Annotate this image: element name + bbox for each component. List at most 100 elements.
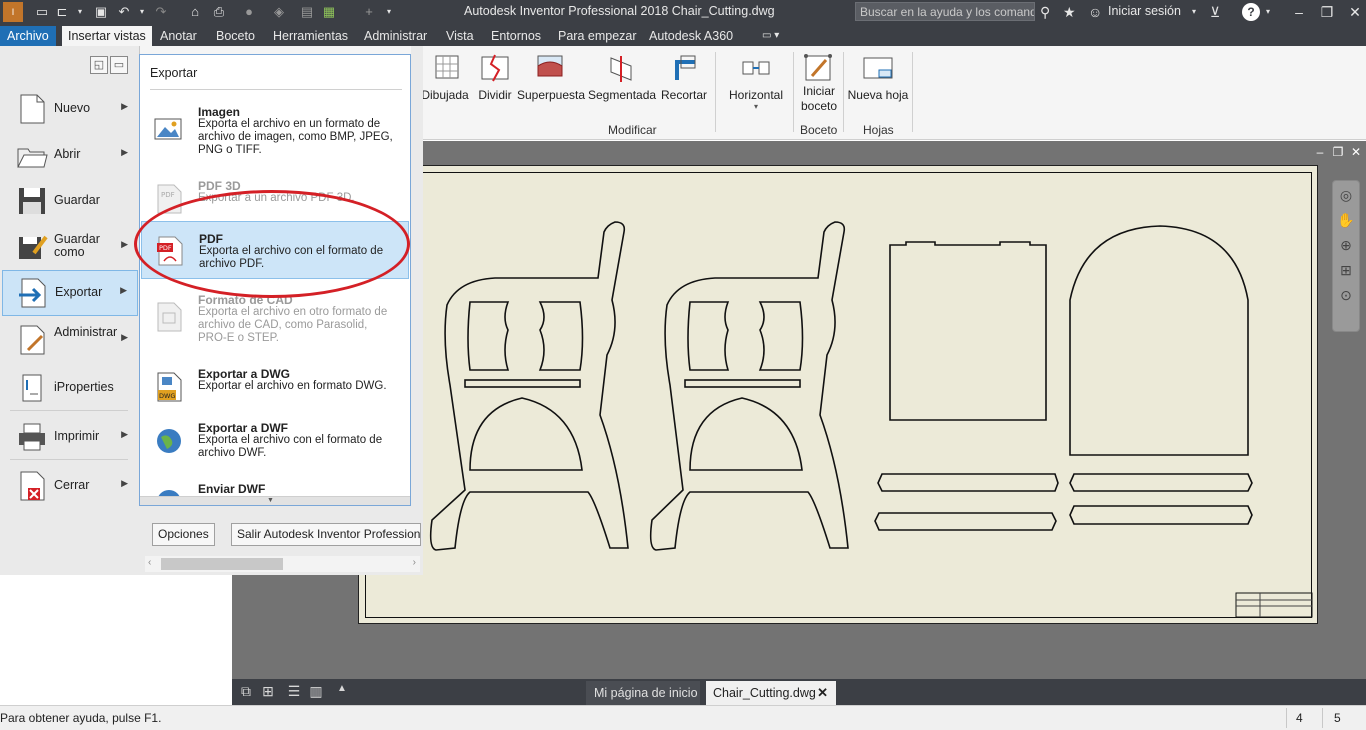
tile-vertical-icon[interactable]: ▥ [306,683,326,700]
app-menu-hscroll[interactable]: ‹ › [145,556,420,572]
tab-chair-cutting[interactable]: Chair_Cutting.dwg ✕ [706,681,836,705]
pan-icon[interactable]: ✋ [1335,209,1357,231]
tab-insertar-vistas[interactable]: Insertar vistas [62,26,152,46]
menu-item-nuevo[interactable]: Nuevo ▶ [2,87,138,131]
help-search-input[interactable]: Buscar en la ayuda y los comandos [855,2,1035,21]
cascade-icon[interactable]: ⧉ [236,683,256,700]
zoom-icon[interactable]: ⊕ [1335,234,1357,256]
undo-icon[interactable]: ↶ [115,3,133,21]
redo-icon[interactable]: ↷ [152,3,170,21]
zoom-window-icon[interactable]: ⊞ [1335,259,1357,281]
dividir-button[interactable]: Dividir [476,52,514,102]
menu-item-guardar-como[interactable]: Guardar como ▶ [2,225,138,269]
tab-anotar[interactable]: Anotar [154,26,203,46]
close-icon[interactable]: ✕ [1342,2,1366,22]
undo-dropdown-icon[interactable]: ▾ [133,3,151,21]
ribbon-separator [912,52,913,132]
scroll-left-icon[interactable]: ‹ [148,557,151,568]
new-icon[interactable]: ▭ [33,3,51,21]
tile-icon[interactable]: ⊞ [258,683,278,700]
help-dropdown-icon[interactable]: ▾ [1266,3,1270,21]
dibujada-button[interactable]: Dibujada [420,52,470,102]
export-cad-item[interactable]: Formato de CAD Exporta el archivo en otr… [141,293,409,349]
recortar-label: Recortar [660,88,707,102]
submenu-scroll-down[interactable]: ▼ [140,496,410,505]
open-icon[interactable]: ⊏ [53,3,71,21]
help-icon[interactable]: ? [1242,3,1260,21]
create-icon[interactable]: + [360,3,378,21]
home-icon[interactable]: ⌂ [186,3,204,21]
export-dwf-item[interactable]: Exportar a DWF Exporta el archivo con el… [141,421,409,461]
iniciar-boceto-button[interactable]: Iniciar boceto [797,52,841,114]
tab-para-empezar[interactable]: Para empezar [552,26,643,46]
tab-administrar[interactable]: Administrar [358,26,433,46]
tab-autodesk-a360[interactable]: Autodesk A360 [643,26,739,46]
menu-item-administrar[interactable]: Administrar ▶ [2,318,138,362]
menu-item-abrir[interactable]: Abrir ▶ [2,133,138,177]
tab-archivo[interactable]: Archivo [0,26,56,46]
submenu-arrow-icon: ▶ [120,285,127,295]
export-image-item[interactable]: Imagen Exporta el archivo en un formato … [141,105,409,159]
arrange-icon[interactable]: ▲ [332,683,352,694]
segmentada-button[interactable]: Segmentada [588,52,656,102]
window-title: Autodesk Inventor Professional 2018 Chai… [464,4,775,18]
scroll-thumb[interactable] [161,558,283,570]
recent-docs-icon[interactable]: ◱ [90,56,108,74]
tile-horizontal-icon[interactable]: ☰ [284,683,304,700]
maximize-icon[interactable]: ❐ [1314,2,1340,22]
favorites-icon[interactable]: ★ [1063,3,1076,21]
tab-vista[interactable]: Vista [440,26,480,46]
tab-herramientas[interactable]: Herramientas [267,26,354,46]
signin-link[interactable]: Iniciar sesión [1108,4,1181,18]
title-bar: I ▭ ⊏ ▾ ▣ ↶ ▾ ↷ ⌂ ⎙ ● ◈ ▤ ▦ + ▾ Autodesk… [0,0,1366,24]
submenu-arrow-icon: ▶ [121,478,128,488]
ribbon-toggle-icon[interactable]: ▭ ▾ [756,26,785,46]
cart-icon[interactable]: ⊻ [1210,3,1220,21]
minimize-icon[interactable]: – [1286,2,1312,22]
send-dwf-item[interactable]: Enviar DWF [141,482,409,496]
dropdown-icon[interactable]: ▾ [71,3,89,21]
new-file-icon [20,94,45,124]
zoom-all-icon[interactable]: ⊙ [1335,284,1357,306]
options-button[interactable]: Opciones [152,523,215,546]
horizontal-button[interactable]: Horizontal ▾ [724,52,788,111]
menu-item-exportar[interactable]: Exportar ▶ [2,270,138,316]
save-icon[interactable]: ▣ [92,3,110,21]
exit-button[interactable]: Salir Autodesk Inventor Professional [231,523,421,546]
group-hojas: Hojas [863,123,894,137]
submenu-title: Exportar [150,66,198,80]
nueva-hoja-button[interactable]: Nueva hoja [846,52,910,102]
print-icon[interactable]: ⎙ [210,3,228,21]
recortar-button[interactable]: Recortar [660,52,708,102]
dibujada-icon [435,55,459,79]
menu-item-imprimir[interactable]: Imprimir ▶ [2,415,138,459]
signin-dropdown-icon[interactable]: ▾ [1192,3,1196,21]
steering-wheel-icon[interactable]: ◎ [1335,184,1357,206]
search-icon[interactable]: ⚲ [1040,3,1050,21]
tab-boceto[interactable]: Boceto [210,26,261,46]
material-icon[interactable]: ● [240,3,258,21]
export-dwg-item[interactable]: DWG Exportar a DWG Exportar el archivo e… [141,367,409,407]
horizontal-dropdown-icon[interactable]: ▾ [724,102,788,111]
submenu-item-title: Exportar a DWG [198,367,291,381]
ws-minimize-icon[interactable]: – [1312,145,1328,159]
tab-mi-pagina-de-inicio[interactable]: Mi página de inicio [586,681,700,705]
update-icon[interactable]: ▦ [320,3,338,21]
menu-item-guardar[interactable]: Guardar [2,179,138,223]
customize-icon[interactable]: ▾ [380,3,398,21]
appearance-icon[interactable]: ◈ [270,3,288,21]
superpuesta-button[interactable]: Superpuesta [516,52,586,102]
open-docs-icon[interactable]: ▭ [110,56,128,74]
user-icon[interactable]: ☺ [1088,3,1102,21]
segmentada-icon [610,56,632,82]
measure-icon[interactable]: ▤ [298,3,316,21]
scroll-right-icon[interactable]: › [413,557,416,568]
menu-item-iproperties[interactable]: iProperties [2,366,138,410]
ws-close-icon[interactable]: ✕ [1348,145,1364,159]
send-dwf-icon [158,490,180,496]
ws-restore-icon[interactable]: ❐ [1330,145,1346,159]
app-logo-icon[interactable]: I [3,2,23,22]
tab-close-icon[interactable]: ✕ [817,681,828,705]
tab-entornos[interactable]: Entornos [485,26,547,46]
menu-item-cerrar[interactable]: Cerrar ▶ [2,464,138,508]
